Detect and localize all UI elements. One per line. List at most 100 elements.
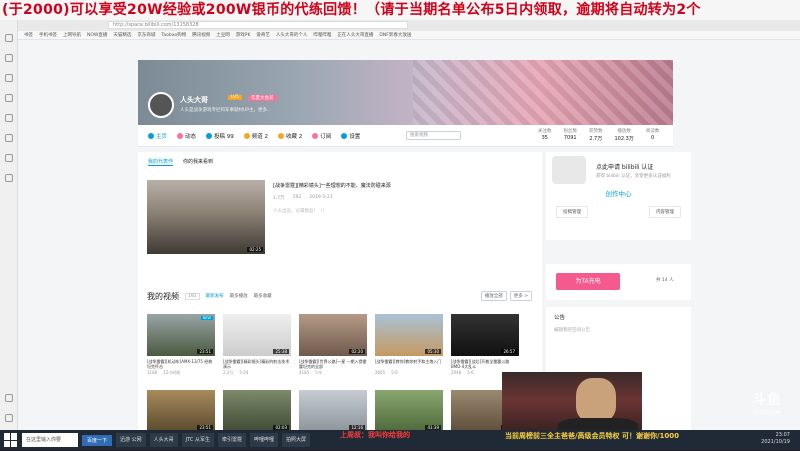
star-icon[interactable]: [5, 34, 13, 42]
sort-most-favorited[interactable]: 最多收藏: [254, 293, 272, 299]
mail-icon[interactable]: [5, 174, 13, 182]
bookmark[interactable]: 天猫精选: [113, 32, 131, 38]
tab-settings[interactable]: 设置: [341, 132, 360, 140]
video-thumbnail[interactable]: 25:38: [223, 314, 291, 356]
bookmark[interactable]: 爱奇艺: [256, 32, 270, 38]
bookmark[interactable]: Taobao购物: [161, 32, 186, 38]
video-thumbnail[interactable]: 23:51: [147, 390, 215, 432]
avatar[interactable]: [148, 92, 174, 118]
representative-thumbnail[interactable]: 02:25: [147, 180, 265, 254]
clock-date: 2021/10/19: [761, 439, 790, 445]
taskbar-search-input[interactable]: 在这里输入你要: [22, 433, 78, 447]
bookmark[interactable]: 游戏PK: [236, 32, 251, 38]
mascot-icon: [552, 156, 586, 184]
stat-fans[interactable]: 粉丝数 7091: [564, 128, 578, 142]
tab-subscribe[interactable]: 订阅: [312, 132, 331, 140]
taskbar-app[interactable]: JTC 从军生: [181, 433, 214, 447]
content-manage-button[interactable]: 内容管理: [649, 206, 681, 218]
bookmark[interactable]: DNF新春大放送: [379, 32, 411, 38]
video-thumbnail[interactable]: 05:30: [375, 314, 443, 356]
bookmark[interactable]: 手机书签: [39, 32, 57, 38]
taskbar-app[interactable]: 拍照大屏: [281, 433, 310, 447]
shop-icon[interactable]: [5, 154, 13, 162]
tab-representative[interactable]: 我的代表作: [148, 158, 174, 166]
video-card[interactable]: 25:38 [战争雷霆][精彩镜头]精彩的射击技术演示 2.2万 5-24: [223, 314, 291, 376]
video-thumbnail[interactable]: NEW 23:51: [147, 314, 215, 356]
book-icon[interactable]: [5, 74, 13, 82]
baidu-button[interactable]: 百度一下: [82, 434, 113, 446]
tab-favorite[interactable]: 收藏 2: [278, 132, 302, 140]
cert-apply-link[interactable]: 点此申请 bilibili 认证: [596, 162, 653, 171]
favorite-icon: [278, 132, 285, 139]
charge-button[interactable]: 为TA充电: [556, 273, 620, 290]
video-icon[interactable]: [5, 134, 13, 142]
video-title[interactable]: [战争雷霆][世界公路]一星 一期入侵雷霆坦克的全部: [299, 359, 367, 369]
video-card[interactable]: 26:57 [战争雷霆][战后]开着全雷霆公路BMD-4大乱斗 2048 5-6: [451, 314, 519, 375]
bookmark[interactable]: 书签: [24, 32, 33, 38]
bookmark[interactable]: 腾讯视频: [192, 32, 210, 38]
upload-manage-button[interactable]: 投稿管理: [556, 206, 588, 218]
video-thumbnail[interactable]: 26:57: [451, 314, 519, 356]
video-thumbnail[interactable]: 41:39: [375, 390, 443, 432]
notice-title: 公告: [554, 315, 566, 321]
tab-dynamic[interactable]: 动态: [177, 132, 196, 140]
history-icon[interactable]: [5, 54, 13, 62]
more-button[interactable]: 更多 >: [509, 291, 532, 301]
representative-title[interactable]: [战争雷霆][精彩镜头]一些理想的不能、魔法防碰来源: [273, 182, 391, 189]
video-thumbnail[interactable]: 02:03: [223, 390, 291, 432]
videos-title: 我的视频: [147, 291, 179, 301]
gear-icon: [341, 132, 348, 139]
publish-date: 5-9: [315, 370, 322, 375]
video-card[interactable]: NEW 23:51 [战争雷霆][机动车]AMX-13/75 经典坦克歼击 11…: [147, 314, 215, 376]
bookmark[interactable]: 人头大哥的个人: [276, 32, 308, 38]
settings-icon[interactable]: [5, 414, 13, 422]
tab-videos[interactable]: 投稿 99: [206, 132, 234, 140]
publish-date: 5-24: [239, 370, 249, 375]
tab-home[interactable]: 主页: [148, 132, 167, 140]
video-card[interactable]: 05:30 [战争雷霆][教你]教你射手和主炮入门 2665 5-9: [375, 314, 443, 375]
views-count: 1.7万: [273, 196, 285, 201]
bookmark[interactable]: 正在人头大哥直播: [337, 32, 373, 38]
download-icon[interactable]: [5, 94, 13, 102]
url-bar[interactable]: http://space.bilibili.com/13158328: [108, 21, 408, 29]
stat-plays: 播放数 102.3万: [614, 129, 634, 142]
video-title[interactable]: [战争雷霆][机动车]AMX-13/75 经典坦克歼击: [147, 359, 215, 369]
vip-badge: 年度大会员: [248, 95, 277, 101]
sort-latest[interactable]: 最新发布: [206, 293, 224, 299]
taskbar-app[interactable]: 迅游 公网: [116, 433, 146, 447]
video-icon: [206, 132, 213, 139]
taskbar-clock[interactable]: 23:07 2021/10/19: [761, 432, 790, 446]
play-all-button[interactable]: 播放全部: [480, 291, 507, 301]
videos-header: 我的视频 192 最新发布 最多播放 最多收藏 播放全部 更多 >: [147, 290, 532, 302]
publish-date: 2019-5-21: [309, 195, 333, 200]
notice-editor[interactable]: 编辑我的空间公告: [554, 327, 590, 333]
user-sign[interactable]: 人头是战争游戏专栏和军事题材UP主，更多...: [180, 107, 271, 113]
sort-most-played[interactable]: 最多播放: [230, 293, 248, 299]
video-thumbnail[interactable]: 12:16: [299, 390, 367, 432]
video-card[interactable]: 02:20 [战争雷霆][世界公路]一星 一期入侵雷霆坦克的全部 4185 5-9: [299, 314, 367, 375]
space-search-input[interactable]: 搜索视频: [406, 131, 461, 140]
taskbar-app[interactable]: 牵引雷霆: [217, 433, 246, 447]
danmaku-count: 192: [292, 195, 302, 200]
tab-alt[interactable]: 你的我来看到: [183, 158, 213, 166]
stat-following[interactable]: 关注数 35: [538, 128, 552, 142]
creator-center-link[interactable]: 创作中心: [546, 188, 691, 198]
bookmark[interactable]: 哔哩哔哩: [313, 32, 331, 38]
taskbar-app[interactable]: 哔哩哔哩: [249, 433, 278, 447]
bookmark[interactable]: 京东商城: [137, 32, 155, 38]
windows-start-icon[interactable]: [4, 433, 18, 447]
chat-icon[interactable]: [5, 114, 13, 122]
video-title[interactable]: [战争雷霆][战后]开着全雷霆公路BMD-4大乱斗: [451, 359, 519, 369]
bookmark[interactable]: 土豆网: [216, 32, 230, 38]
bookmark[interactable]: 上网导航: [63, 32, 81, 38]
video-title[interactable]: [战争雷霆][教你]教你射手和主炮入门: [375, 359, 443, 369]
bookmark[interactable]: NOW直播: [87, 32, 107, 38]
level-badge: LV5: [228, 95, 242, 100]
add-icon[interactable]: [5, 394, 13, 402]
video-thumbnail[interactable]: 02:20: [299, 314, 367, 356]
watermark-text: 斗鱼: [752, 392, 782, 408]
taskbar-app[interactable]: 人头大哥: [149, 433, 178, 447]
bookmarks-bar: 书签 手机书签 上网导航 NOW直播 天猫精选 京东商城 Taobao购物 腾讯…: [18, 31, 800, 40]
tab-channel[interactable]: 频道 2: [243, 132, 268, 140]
video-title[interactable]: [战争雷霆][精彩镜头]精彩的射击技术演示: [223, 359, 291, 369]
